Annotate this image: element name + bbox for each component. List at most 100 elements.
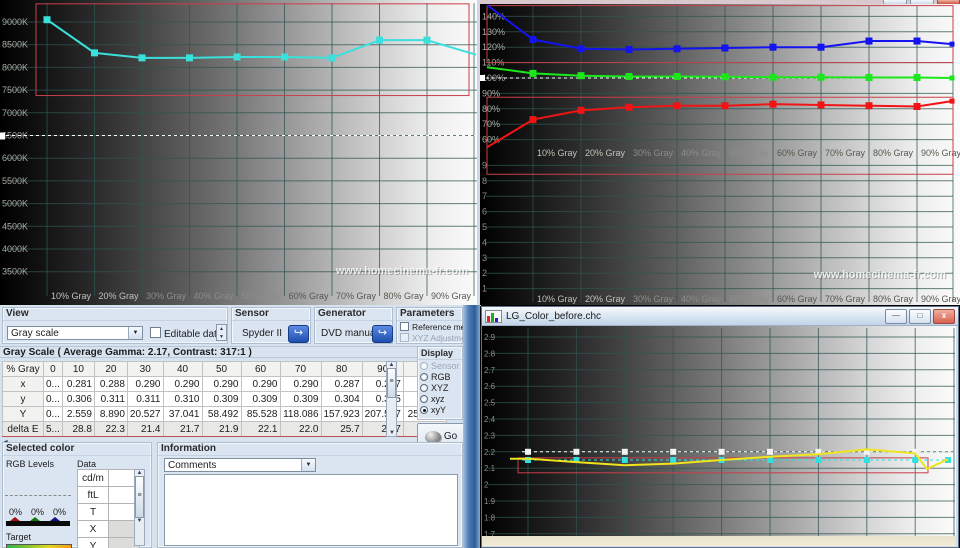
table-cell[interactable]: 28.8	[61, 421, 95, 437]
display-option-xyY[interactable]: xyY	[418, 404, 462, 415]
svg-text:30% Gray: 30% Gray	[146, 291, 187, 301]
configure-arrow-icon: ↪	[377, 327, 388, 339]
data-row-label: T	[77, 503, 109, 521]
svg-text:60% Gray: 60% Gray	[777, 294, 818, 304]
view-spinner[interactable]: ▲ ▼	[216, 324, 227, 341]
view-groupbox: View Gray scale ▼ Editable data ▲ ▼	[2, 307, 228, 344]
table-cell[interactable]: 0...	[43, 376, 63, 392]
sensor-config-button[interactable]: ↪	[288, 325, 309, 343]
table-cell[interactable]: 0...	[43, 391, 63, 407]
table-cell[interactable]: 0.290	[126, 376, 164, 392]
table-cell[interactable]: 25.7	[361, 421, 404, 437]
grayscale-table[interactable]: % Gray0102030405060708090100x0...0.2810.…	[2, 361, 447, 437]
table-cell[interactable]: 21.7	[162, 421, 203, 437]
svg-text:2: 2	[482, 268, 487, 278]
generator-config-button[interactable]: ↪	[372, 325, 393, 343]
minimize-button[interactable]: —	[885, 308, 907, 324]
svg-text:8: 8	[482, 176, 487, 186]
table-cell[interactable]: 37.041	[162, 406, 203, 422]
table-cell[interactable]: 21.9	[201, 421, 242, 437]
table-cell[interactable]: 0.304	[320, 391, 363, 407]
svg-text:80%: 80%	[482, 104, 500, 114]
control-panel: View Gray scale ▼ Editable data ▲ ▼ Sens…	[0, 305, 487, 548]
table-cell[interactable]: 85.528	[240, 406, 281, 422]
data-vertical-scrollbar[interactable]: ▲ ≡ ▼	[134, 469, 145, 546]
scroll-thumb[interactable]: ≡	[387, 368, 396, 398]
table-cell[interactable]: 0.309	[279, 391, 322, 407]
table-cell[interactable]: 0.309	[240, 391, 281, 407]
svg-text:6: 6	[482, 207, 487, 217]
table-cell[interactable]: 0.287	[361, 376, 404, 392]
svg-text:3: 3	[482, 253, 487, 263]
view-dropdown[interactable]: Gray scale ▼	[7, 326, 143, 340]
table-cell[interactable]: 25.7	[320, 421, 363, 437]
spinner-up-icon[interactable]: ▲	[217, 325, 226, 333]
table-cell[interactable]: 0.290	[201, 376, 242, 392]
svg-text:60% Gray: 60% Gray	[777, 148, 818, 158]
table-cell[interactable]: 8.890	[93, 406, 128, 422]
table-cell[interactable]: 0.311	[126, 391, 164, 407]
scroll-down-icon[interactable]: ▼	[135, 518, 144, 524]
table-cell[interactable]: 0...	[43, 406, 63, 422]
radio-icon	[420, 405, 428, 414]
rgb-percent-value: 0%	[53, 507, 67, 517]
table-cell[interactable]: 22.0	[279, 421, 322, 437]
table-cell[interactable]: 0.287	[320, 376, 363, 392]
maximize-button[interactable]: □	[909, 308, 931, 324]
table-cell[interactable]: 5...	[43, 421, 63, 437]
svg-text:20% Gray: 20% Gray	[585, 148, 626, 158]
chevron-down-icon[interactable]: ▼	[301, 459, 315, 471]
table-cell[interactable]: 207.557	[361, 406, 404, 422]
table-cell[interactable]: 58.492	[201, 406, 242, 422]
sensor-title: Sensor	[232, 308, 310, 321]
table-cell[interactable]: 118.086	[279, 406, 322, 422]
table-cell[interactable]: 21.4	[126, 421, 164, 437]
temperature-chart-canvas: 9000K8500K8000K7500K7000K6500K6000K5500K…	[0, 3, 477, 301]
data-row: T	[77, 503, 140, 521]
rgb-levels-label: RGB Levels	[6, 459, 55, 469]
table-cell[interactable]: 0.290	[279, 376, 322, 392]
scroll-down-icon[interactable]: ▼	[389, 430, 395, 436]
table-cell[interactable]: 22.3	[93, 421, 128, 437]
table-cell[interactable]: 2.559	[61, 406, 95, 422]
editable-data-checkbox[interactable]: Editable data	[150, 327, 222, 340]
svg-text:80% Gray: 80% Gray	[873, 148, 914, 158]
table-cell[interactable]: 0.310	[162, 391, 203, 407]
display-option-RGB[interactable]: RGB	[418, 371, 462, 382]
table-cell[interactable]: 0.305	[361, 391, 404, 407]
table-cell[interactable]: 0.290	[240, 376, 281, 392]
spinner-down-icon[interactable]: ▼	[217, 333, 226, 341]
table-cell[interactable]: 0.288	[93, 376, 128, 392]
radio-label: XYZ	[431, 382, 449, 393]
close-button[interactable]: x	[933, 308, 955, 324]
table-cell[interactable]: 0.311	[93, 391, 128, 407]
gamma-window-titlebar[interactable]: LG_Color_before.chc — □ x	[482, 307, 958, 326]
svg-text:7500K: 7500K	[2, 85, 28, 95]
scroll-thumb[interactable]: ≡	[135, 476, 144, 518]
svg-text:120%: 120%	[482, 42, 505, 52]
table-row[interactable]: Y 0... 2.559 8.890 20.527 37.041 58.492 85.528 1…	[2, 406, 447, 422]
comments-dropdown[interactable]: Comments ▼	[164, 458, 316, 472]
table-vertical-scrollbar[interactable]: ▲ ≡ ▼	[386, 361, 397, 437]
table-cell[interactable]: 0.309	[201, 391, 242, 407]
display-option-XYZ[interactable]: XYZ	[418, 382, 462, 393]
svg-text:8500K: 8500K	[2, 40, 28, 50]
svg-text:2.7: 2.7	[484, 366, 496, 375]
comments-text-area[interactable]	[164, 474, 458, 546]
table-cell[interactable]: 0.290	[162, 376, 203, 392]
hcfr-application: 9000K 8500K 8000K 7500K 7000K 6500K 6000K 5500K…	[0, 0, 960, 548]
checkbox-icon	[400, 322, 409, 331]
table-row[interactable]: delta E 5... 28.8 22.3 21.4 21.7 21.9 22.1 22.0 2…	[2, 421, 447, 437]
table-cell[interactable]: 0.306	[61, 391, 95, 407]
table-row[interactable]: y 0... 0.306 0.311 0.311 0.310 0.309 0.309 0.309…	[2, 391, 447, 407]
table-cell[interactable]: 0.281	[61, 376, 95, 392]
column-header: 10	[61, 361, 95, 377]
chevron-down-icon[interactable]: ▼	[128, 327, 142, 339]
table-cell[interactable]: 20.527	[126, 406, 164, 422]
table-cell[interactable]: 22.1	[240, 421, 281, 437]
table-cell[interactable]: 157.923	[320, 406, 363, 422]
display-option-xyz[interactable]: xyz	[418, 393, 462, 404]
svg-text:50% Gray: 50% Gray	[729, 294, 770, 304]
table-row[interactable]: x 0... 0.281 0.288 0.290 0.290 0.290 0.290 0.290…	[2, 376, 447, 392]
svg-text:2.9: 2.9	[484, 333, 496, 342]
